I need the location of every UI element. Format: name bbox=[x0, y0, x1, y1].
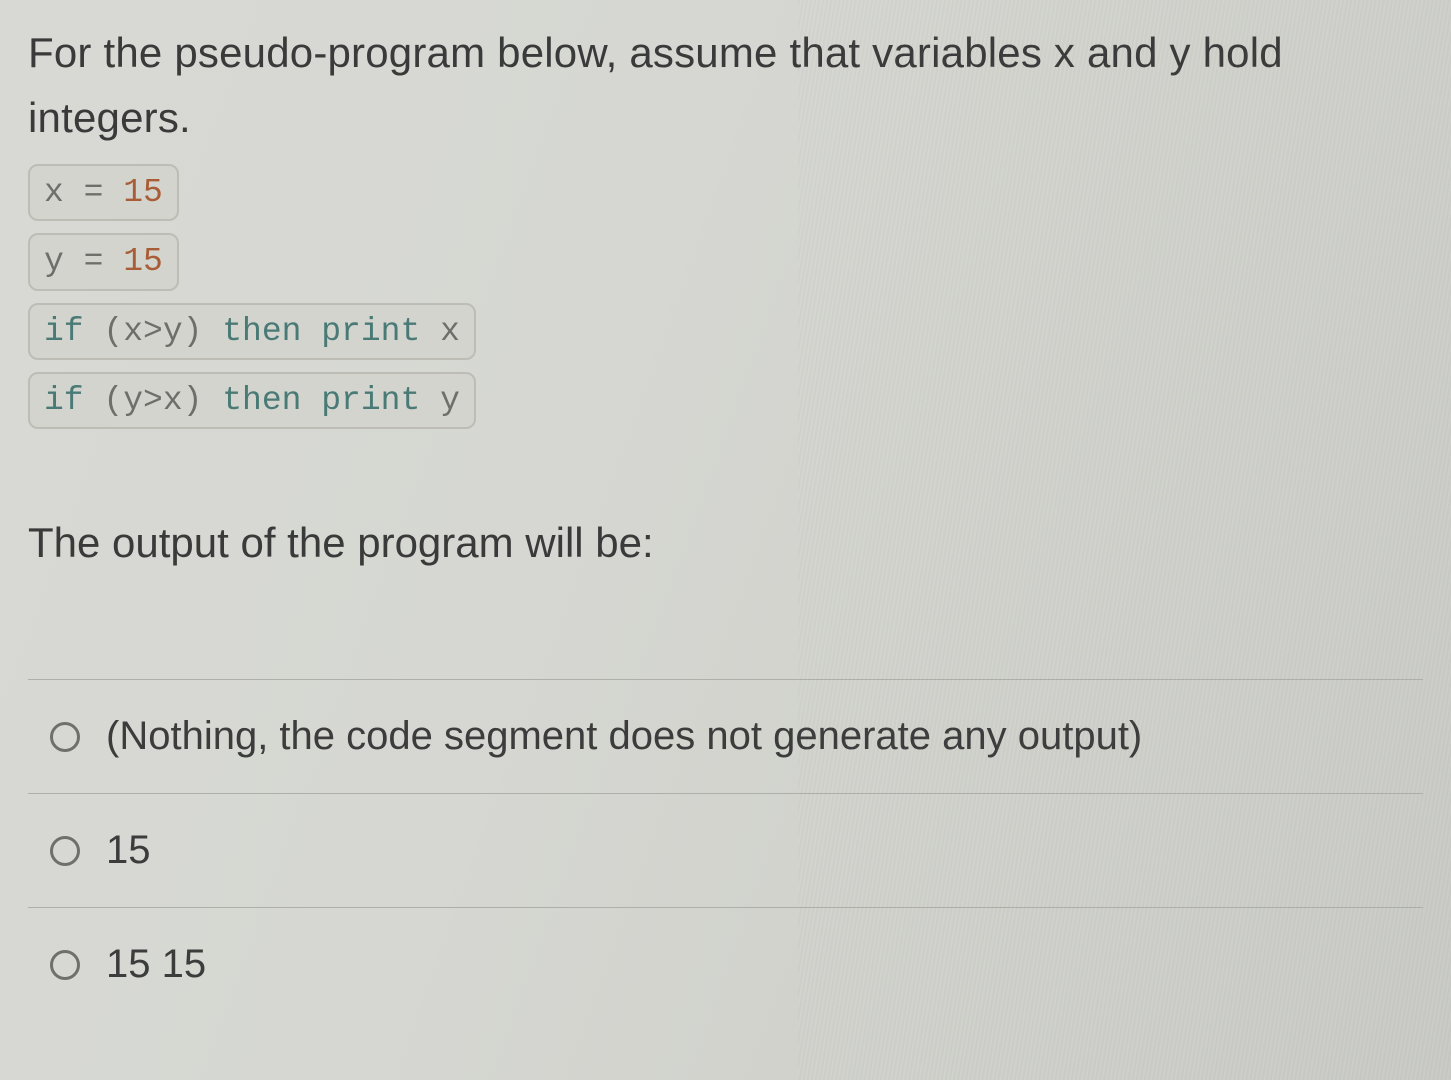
code-line-3: if (x>y) then print x bbox=[28, 303, 476, 360]
code-line-4: if (y>x) then print y bbox=[28, 372, 476, 429]
option-label: 15 15 bbox=[106, 942, 206, 987]
question-prompt: The output of the program will be: bbox=[28, 519, 1423, 567]
code-kw: then print bbox=[222, 382, 420, 419]
code-tail: x bbox=[420, 313, 460, 350]
options-list: (Nothing, the code segment does not gene… bbox=[28, 679, 1423, 997]
code-var: y bbox=[44, 243, 64, 280]
code-kw: then print bbox=[222, 313, 420, 350]
code-var: x bbox=[44, 174, 64, 211]
code-kw: if bbox=[44, 382, 84, 419]
option-row[interactable]: (Nothing, the code segment does not gene… bbox=[28, 679, 1423, 793]
code-expr: (y>x) bbox=[84, 382, 223, 419]
code-kw: if bbox=[44, 313, 84, 350]
code-line-1: x = 15 bbox=[28, 164, 179, 221]
option-row[interactable]: 15 15 bbox=[28, 907, 1423, 997]
code-block: x = 15 y = 15 if (x>y) then print x if (… bbox=[28, 164, 1423, 441]
option-row[interactable]: 15 bbox=[28, 793, 1423, 907]
option-label: 15 bbox=[106, 828, 151, 873]
code-num: 15 bbox=[123, 174, 163, 211]
code-num: 15 bbox=[123, 243, 163, 280]
code-line-2: y = 15 bbox=[28, 233, 179, 290]
code-eq: = bbox=[64, 243, 123, 280]
option-label: (Nothing, the code segment does not gene… bbox=[106, 714, 1142, 759]
question-intro: For the pseudo-program below, assume tha… bbox=[28, 20, 1423, 150]
radio-icon[interactable] bbox=[50, 950, 80, 980]
radio-icon[interactable] bbox=[50, 722, 80, 752]
radio-icon[interactable] bbox=[50, 836, 80, 866]
code-tail: y bbox=[420, 382, 460, 419]
code-eq: = bbox=[64, 174, 123, 211]
code-expr: (x>y) bbox=[84, 313, 223, 350]
